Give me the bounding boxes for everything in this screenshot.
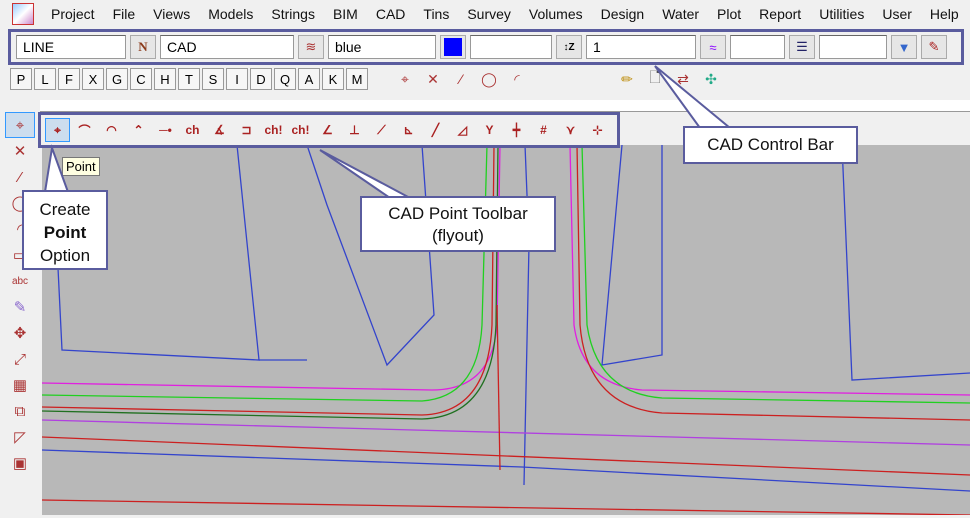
- callout-point-toolbar: CAD Point Toolbar (flyout): [360, 196, 556, 252]
- callout-text: Create: [39, 200, 91, 219]
- callout-text: (flyout): [432, 226, 484, 245]
- callout-control-bar: CAD Control Bar: [683, 126, 858, 164]
- callout-text: CAD Point Toolbar: [388, 204, 528, 223]
- callout-text: Option: [39, 246, 91, 265]
- callout-create-point: Create Point Option: [22, 190, 108, 270]
- callout-text: Point: [43, 223, 87, 242]
- callout-text: CAD Control Bar: [707, 135, 834, 154]
